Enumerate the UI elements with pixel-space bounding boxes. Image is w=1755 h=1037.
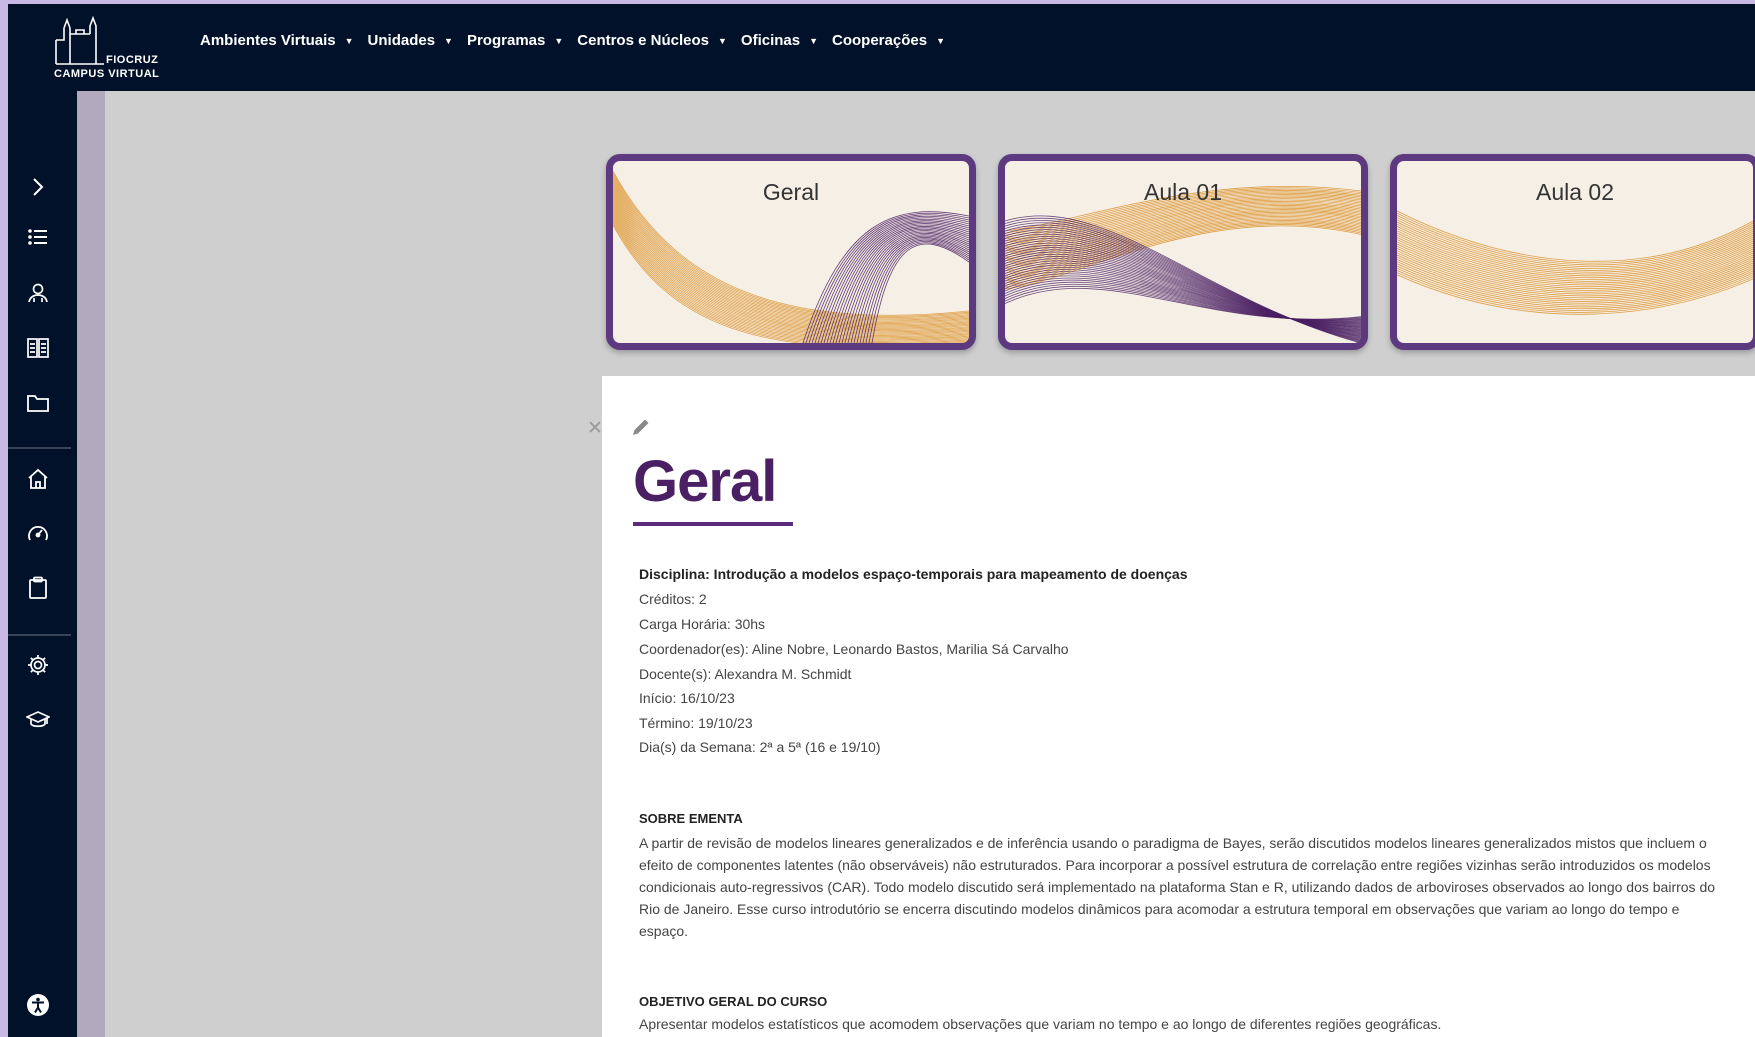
chevron-right-icon[interactable] <box>22 171 54 203</box>
start-date-text: Início: 16/10/23 <box>639 690 735 706</box>
menu-label: Programas <box>466 32 546 49</box>
section-card-aula-02[interactable]: Aula 02 <box>1390 154 1755 350</box>
weekdays-text: Dia(s) da Semana: 2ª a 5ª (16 e 19/10) <box>639 739 881 755</box>
top-navbar: FIOCRUZ CAMPUS VIRTUAL Ambientes Virtuai… <box>8 4 1755 91</box>
caret-down-icon: ▼ <box>809 35 819 46</box>
card-title: Geral <box>762 179 820 205</box>
menu-centros-nucleos[interactable]: Centros e Núcleos ▼ <box>577 32 727 49</box>
section-card-geral[interactable]: Geral <box>606 154 976 350</box>
app-frame: FIOCRUZ CAMPUS VIRTUAL Ambientes Virtuai… <box>8 4 1755 1037</box>
menu-label: Cooperações <box>832 32 928 49</box>
castle-logo-icon <box>55 15 104 65</box>
menu-cooperacoes[interactable]: Cooperações ▼ <box>832 32 945 49</box>
caret-down-icon: ▼ <box>717 35 727 46</box>
close-icon[interactable]: ✕ <box>587 417 603 440</box>
menu-ambientes-virtuais[interactable]: Ambientes Virtuais ▼ <box>200 32 354 49</box>
section-content-panel: ✕ Geral Disciplina: Introdução a modelos… <box>587 376 1755 1037</box>
campus-virtual-logo[interactable]: FIOCRUZ CAMPUS VIRTUAL <box>54 12 174 84</box>
menu-label: Ambientes Virtuais <box>200 32 336 49</box>
logo-text-campus: CAMPUS VIRTUAL <box>54 68 160 80</box>
section-card-aula-01[interactable]: Aula 01 <box>998 154 1368 350</box>
hours-text: Carga Horária: 30hs <box>639 616 766 632</box>
gear-icon[interactable] <box>22 649 54 681</box>
page-title: Geral <box>633 449 777 514</box>
menu-label: Centros e Núcleos <box>577 32 709 49</box>
sidebar-divider <box>8 634 71 636</box>
logo-text-fiocruz: FIOCRUZ <box>106 54 159 66</box>
ementa-paragraph: A partir de revisão de modelos lineares … <box>639 835 1716 939</box>
accessibility-icon[interactable] <box>22 989 54 1021</box>
coordinators-text: Coordenador(es): Aline Nobre, Leonardo B… <box>639 641 1069 657</box>
objective-heading: OBJETIVO GERAL DO CURSO <box>639 994 828 1009</box>
caret-down-icon: ▼ <box>344 35 354 46</box>
menu-unidades[interactable]: Unidades ▼ <box>368 32 453 49</box>
objective-paragraph: Apresentar modelos estatísticos que acom… <box>639 1016 1442 1032</box>
book-icon[interactable] <box>22 332 54 364</box>
discipline-name: Disciplina: Introdução a modelos espaço-… <box>639 566 1188 582</box>
teachers-text: Docente(s): Alexandra M. Schmidt <box>639 666 852 682</box>
home-icon[interactable] <box>22 463 54 495</box>
caret-down-icon: ▼ <box>554 35 564 46</box>
sidebar-drawer <box>77 91 105 1037</box>
list-icon[interactable] <box>22 221 54 253</box>
credits-text: Créditos: 2 <box>639 591 707 607</box>
dashboard-icon[interactable] <box>22 517 54 549</box>
caret-down-icon: ▼ <box>444 35 453 46</box>
menu-label: Oficinas <box>740 32 801 49</box>
main-menu: Ambientes Virtuais ▼ Unidades ▼ Programas ▼… <box>200 32 959 49</box>
menu-label: Unidades <box>367 32 436 49</box>
edit-pencil-icon[interactable] <box>630 416 652 443</box>
title-underline <box>633 522 793 526</box>
end-date-text: Término: 19/10/23 <box>639 715 753 731</box>
folder-icon[interactable] <box>22 387 54 419</box>
caret-down-icon: ▼ <box>936 35 945 46</box>
menu-oficinas[interactable]: Oficinas ▼ <box>741 32 818 49</box>
ementa-heading: SOBRE EMENTA <box>639 811 743 826</box>
sidebar-divider <box>8 447 71 449</box>
users-icon[interactable] <box>22 277 54 309</box>
menu-programas[interactable]: Programas ▼ <box>467 32 563 49</box>
left-sidebar <box>8 91 77 1037</box>
clipboard-icon[interactable] <box>22 572 54 604</box>
card-title: Aula 02 <box>1535 179 1614 205</box>
graduation-cap-icon[interactable] <box>22 704 54 736</box>
card-title: Aula 01 <box>1143 179 1222 205</box>
